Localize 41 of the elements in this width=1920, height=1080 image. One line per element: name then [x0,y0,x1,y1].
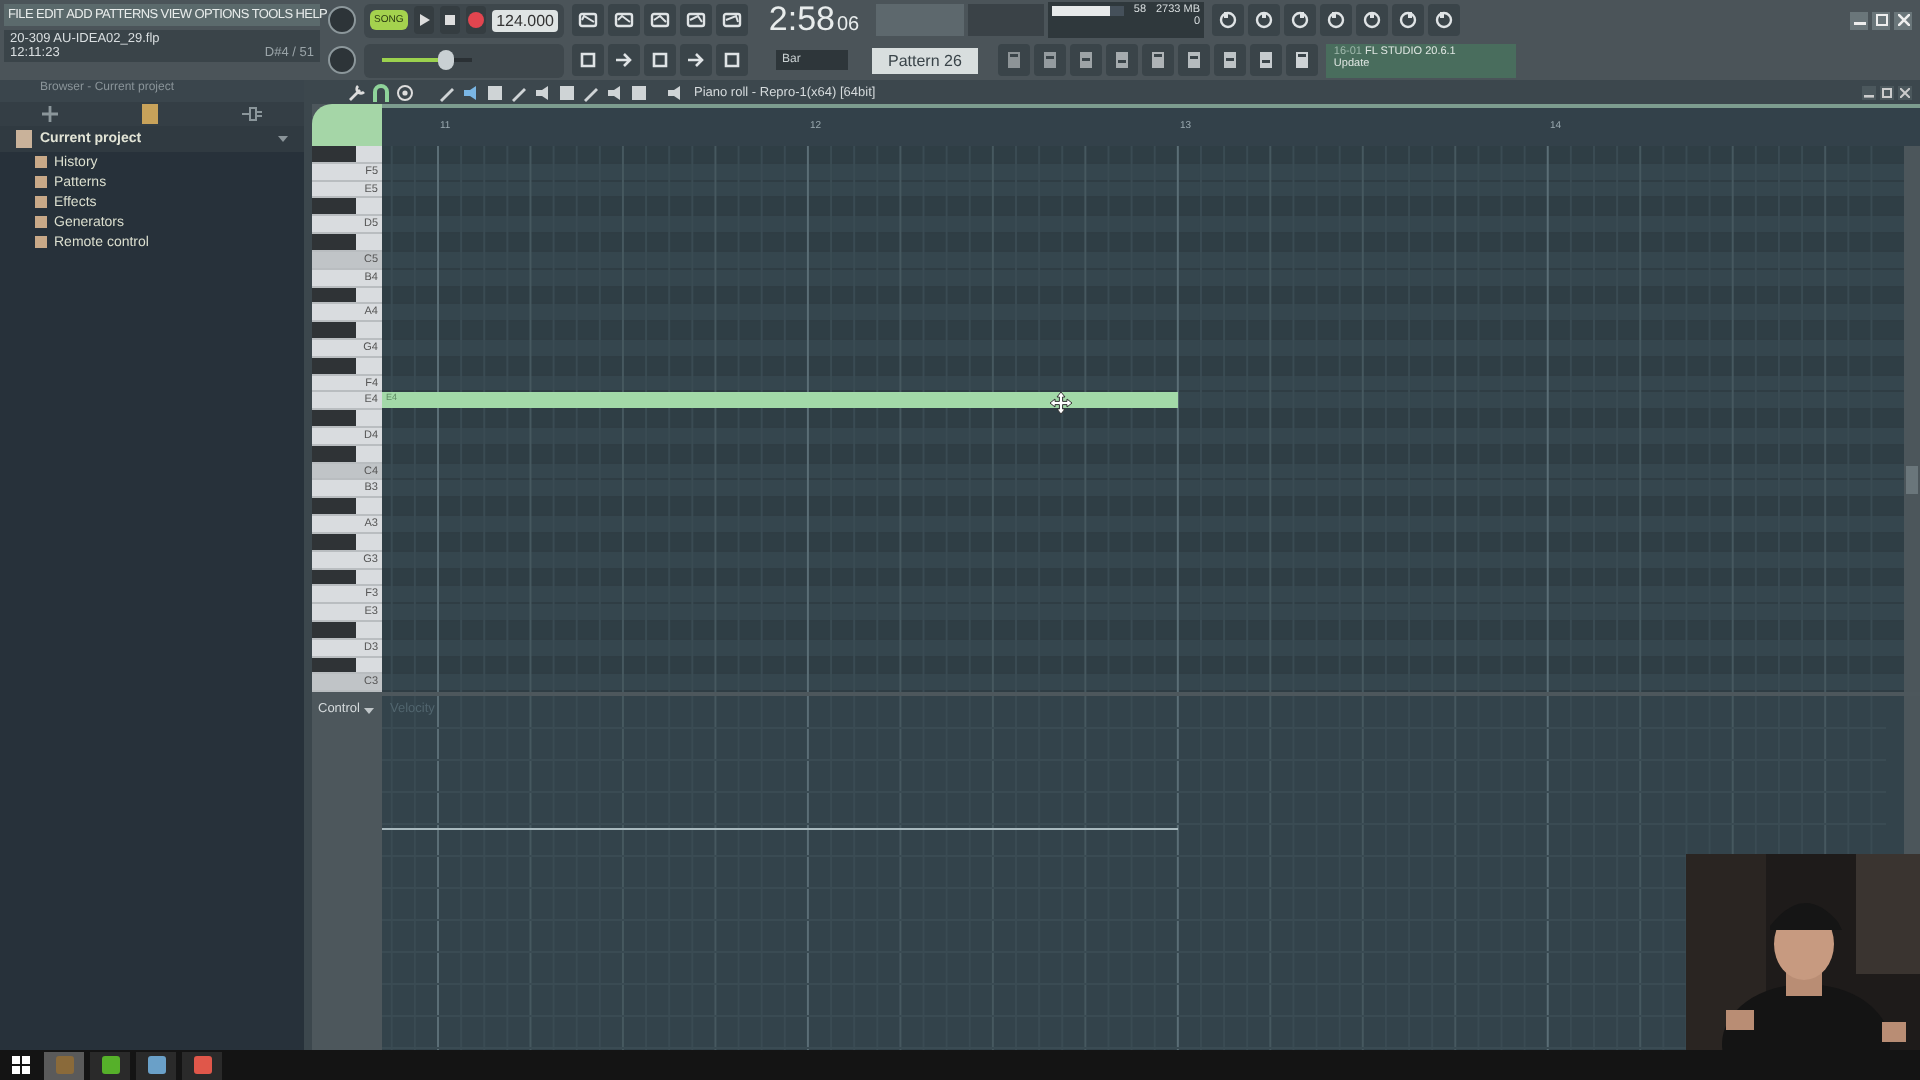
restore-button[interactable] [1880,85,1894,99]
close-icon [1897,14,1909,26]
play-icon [415,12,432,28]
stop-button[interactable] [439,6,460,34]
wrench-icon[interactable] [348,83,366,101]
folder-icon [16,130,32,148]
taskbar-app[interactable] [136,1051,176,1079]
target-icon[interactable] [396,83,414,101]
slider-thumb[interactable] [437,50,453,70]
ruler-corner[interactable] [312,104,382,146]
stop-icon [441,12,458,28]
tempo-display[interactable]: 124.000 [492,9,558,31]
sharp-key[interactable] [312,198,356,215]
move-cursor-icon [1050,392,1072,414]
caret-icon[interactable] [278,136,288,142]
sharp-key[interactable] [312,498,356,515]
restore-icon [1882,87,1892,97]
minimize-button[interactable] [1862,85,1876,99]
record-icon [466,10,486,30]
pitch-knob[interactable] [328,46,356,74]
taskbar-app[interactable] [182,1051,222,1079]
app-icon [101,1056,119,1074]
app-icon [193,1056,211,1074]
magnet-icon[interactable] [372,83,390,101]
app-icon [55,1056,73,1074]
plus-icon[interactable] [42,106,58,122]
pattern-selector[interactable]: Pattern 26 [872,47,978,73]
taskbar-app[interactable] [90,1051,130,1079]
start-button[interactable] [12,1056,30,1074]
song-time: 2:58 [768,0,835,40]
close-icon [1900,87,1910,97]
minimize-button[interactable] [1850,11,1868,29]
song-time-fraction: 06 [836,14,860,36]
caret-icon[interactable] [363,708,374,714]
taskbar-app[interactable] [44,1051,84,1079]
scrollbar-thumb[interactable] [1906,466,1918,494]
play-button[interactable] [413,6,434,34]
volume-knob[interactable] [328,6,356,34]
close-button[interactable] [1898,85,1912,99]
app-icon [147,1056,165,1074]
restore-icon [1875,14,1887,26]
